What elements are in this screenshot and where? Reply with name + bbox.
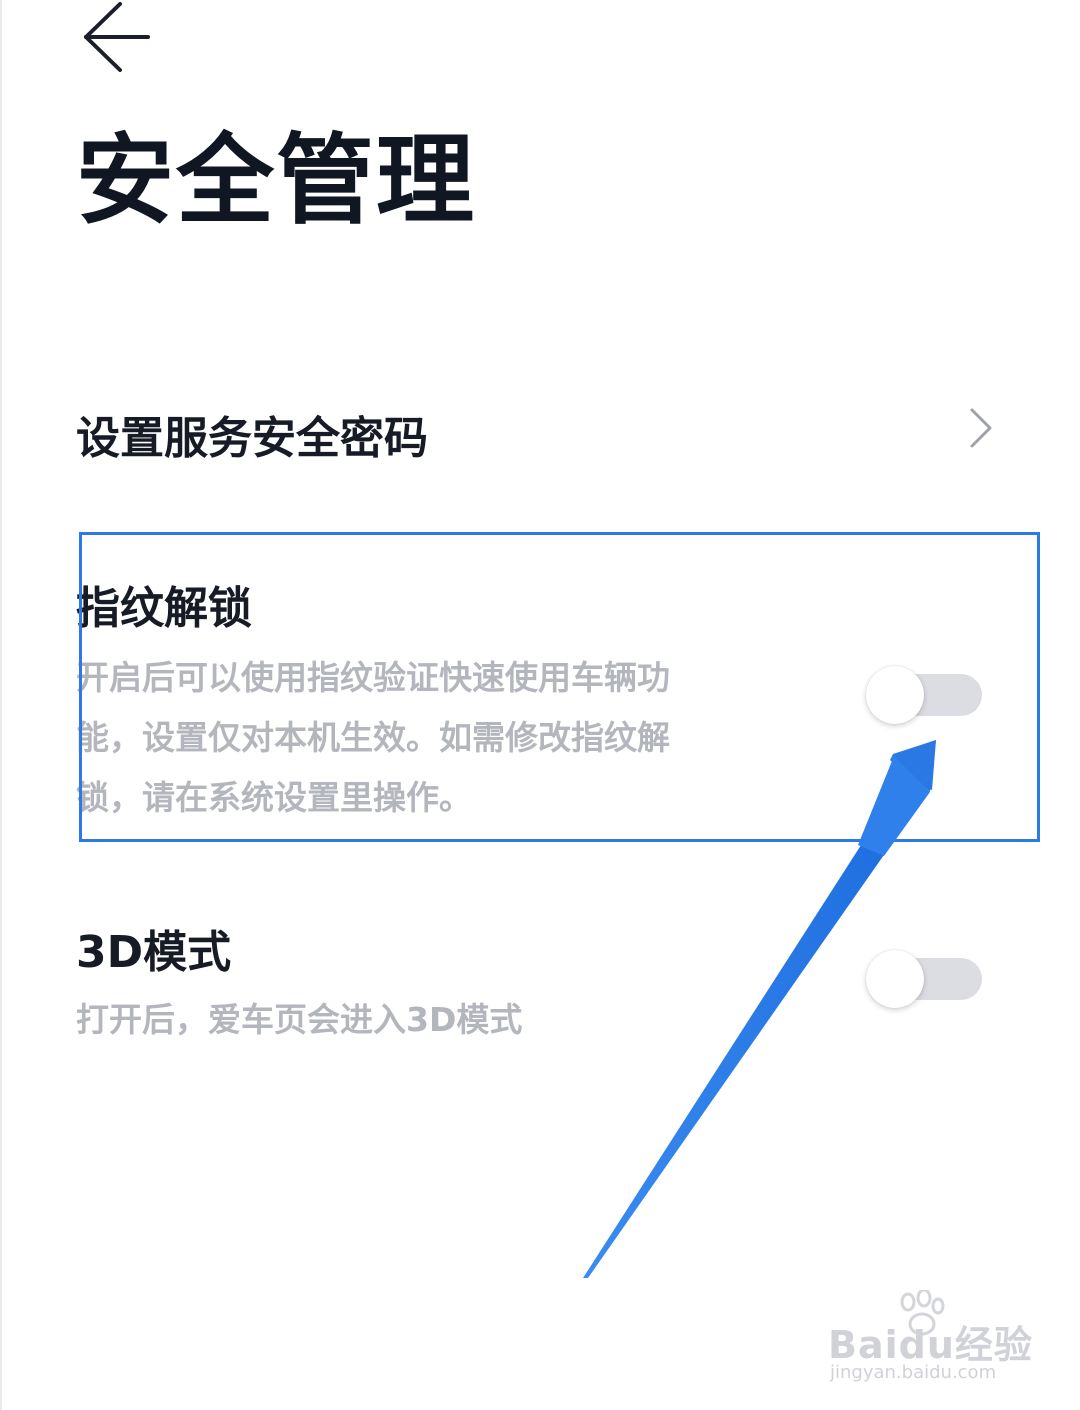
3d-mode-toggle[interactable] (866, 950, 984, 1008)
toggle-knob (866, 950, 924, 1008)
page-title: 安全管理 (76, 124, 477, 238)
watermark-url: jingyan.baidu.com (830, 1362, 997, 1383)
fingerprint-desc-line: 锁，请在系统设置里操作。 (76, 778, 472, 817)
fingerprint-desc-line: 开启后可以使用指纹验证快速使用车辆功 (76, 658, 670, 697)
fingerprint-unlock-description: 开启后可以使用指纹验证快速使用车辆功 能，设置仅对本机生效。如需修改指纹解 锁，… (76, 648, 736, 828)
chevron-right-icon (970, 408, 992, 448)
set-security-password-label: 设置服务安全密码 (76, 413, 428, 464)
3d-mode-description: 打开后，爱车页会进入3D模式 (76, 1000, 523, 1039)
fingerprint-unlock-title: 指纹解锁 (76, 583, 252, 634)
3d-mode-title: 3D模式 (76, 927, 232, 978)
paw-logo-icon (900, 1290, 945, 1336)
fingerprint-unlock-toggle[interactable] (866, 666, 984, 724)
arrow-left-icon[interactable] (72, 0, 162, 80)
screen-edge (0, 0, 2, 1410)
toggle-knob (866, 666, 924, 724)
baidu-jingyan-watermark: Baidu经验 jingyan.baidu.com (828, 1290, 1032, 1390)
watermark-brand: Baidu经验 (828, 1323, 1033, 1367)
set-security-password-row[interactable]: 设置服务安全密码 (76, 392, 1006, 474)
fingerprint-desc-line: 能，设置仅对本机生效。如需修改指纹解 (76, 718, 670, 757)
